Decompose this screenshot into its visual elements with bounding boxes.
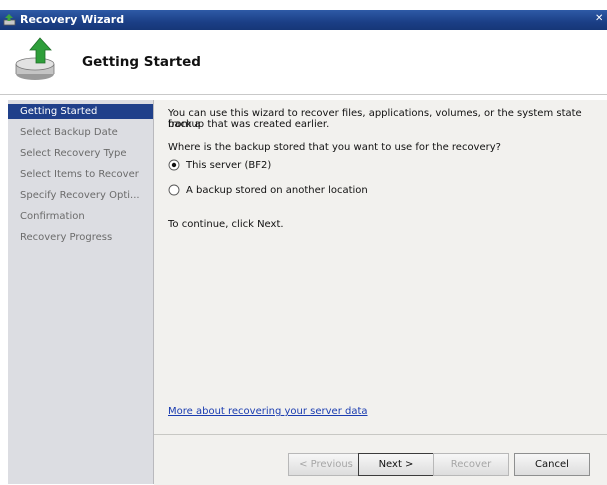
recover-button[interactable]: Recover [433, 453, 509, 476]
intro-text-line2: backup that was created earlier. [168, 119, 330, 130]
radio-another-location-label[interactable]: A backup stored on another location [186, 185, 368, 196]
page-title: Getting Started [82, 54, 201, 70]
previous-button[interactable]: < Previous [288, 453, 364, 476]
step-recovery-progress[interactable]: Recovery Progress [8, 230, 153, 245]
next-button[interactable]: Next > [358, 453, 434, 476]
close-icon[interactable]: ✕ [595, 13, 605, 27]
app-icon [3, 14, 16, 26]
radio-another-location[interactable] [168, 184, 180, 196]
wizard-content: You can use this wizard to recover files… [154, 100, 607, 434]
step-getting-started[interactable]: Getting Started [8, 104, 153, 119]
backup-restore-icon [15, 37, 55, 80]
help-link[interactable]: More about recovering your server data [168, 406, 368, 417]
wizard-steps-sidebar: Getting Started Select Backup Date Selec… [8, 100, 154, 484]
step-select-items-to-recover[interactable]: Select Items to Recover [8, 167, 153, 182]
cancel-button[interactable]: Cancel [514, 453, 590, 476]
radio-this-server[interactable] [168, 159, 180, 171]
title-bar: Recovery Wizard ✕ [0, 10, 607, 30]
radio-this-server-label[interactable]: This server (BF2) [186, 160, 271, 171]
wizard-header: Getting Started [0, 30, 607, 95]
step-select-backup-date[interactable]: Select Backup Date [8, 125, 153, 140]
step-confirmation[interactable]: Confirmation [8, 209, 153, 224]
backup-location-question: Where is the backup stored that you want… [168, 142, 501, 153]
step-select-recovery-type[interactable]: Select Recovery Type [8, 146, 153, 161]
window-title: Recovery Wizard [20, 13, 125, 26]
step-specify-recovery-options[interactable]: Specify Recovery Opti... [8, 188, 153, 203]
button-bar: < Previous Next > Recover Cancel [154, 434, 607, 485]
continue-instruction: To continue, click Next. [168, 219, 284, 230]
